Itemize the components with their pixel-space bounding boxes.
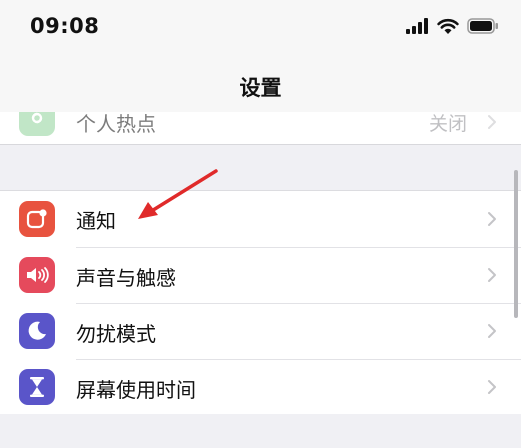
chevron-right-icon: [488, 212, 496, 226]
hourglass-icon: [19, 369, 55, 405]
moon-icon: [19, 313, 55, 349]
settings-row-label: 屏幕使用时间: [76, 377, 196, 402]
status-bar: 09:08: [0, 0, 521, 52]
chevron-right-icon: [488, 268, 496, 282]
settings-row-screen-time[interactable]: 屏幕使用时间: [0, 359, 521, 415]
battery-icon: [467, 18, 498, 34]
navigation-bar: 设置: [0, 52, 521, 112]
settings-row-label: 勿扰模式: [76, 321, 156, 346]
scrollbar[interactable]: [514, 170, 518, 318]
section-separator: [0, 145, 521, 190]
settings-group: 通知 声音与触感 勿扰模式 屏幕使用时间: [0, 190, 521, 416]
list-background: [0, 414, 521, 448]
annotation-arrow-icon: [138, 169, 218, 219]
status-time: 09:08: [30, 14, 100, 38]
chevron-right-icon: [488, 115, 496, 129]
settings-row-notifications[interactable]: 通知: [0, 191, 521, 247]
settings-row-label: 通知: [76, 208, 116, 233]
status-icons: [405, 17, 499, 35]
notifications-icon: [19, 201, 55, 237]
wifi-icon: [437, 18, 459, 34]
chevron-right-icon: [488, 380, 496, 394]
cellular-signal-icon: [406, 18, 428, 34]
page-title: 设置: [239, 76, 282, 100]
chevron-right-icon: [488, 324, 496, 338]
settings-row-label: 声音与触感: [76, 265, 176, 290]
settings-row-sounds[interactable]: 声音与触感: [0, 247, 521, 303]
settings-row-do-not-disturb[interactable]: 勿扰模式: [0, 303, 521, 359]
speaker-icon: [19, 257, 55, 293]
